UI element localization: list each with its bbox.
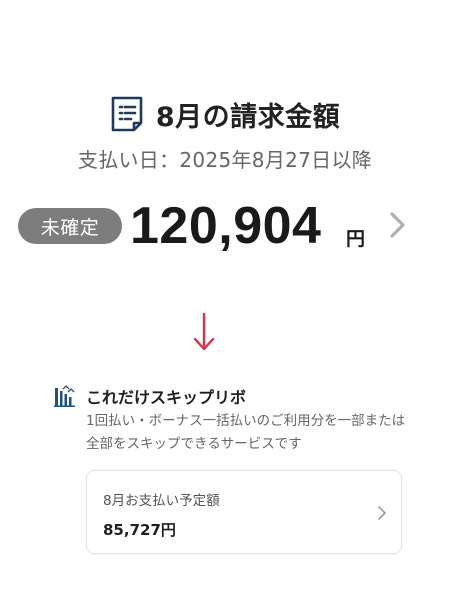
bill-amount: 120,904 bbox=[130, 197, 322, 255]
skip-service-description: 1回払い・ボーナス一括払いのご利用分を一部または全部をスキップできるサービスです bbox=[86, 413, 406, 452]
skip-service-title: これだけスキップリボ bbox=[86, 388, 247, 407]
scheduled-payment-label: 8月お支払い予定額 bbox=[103, 493, 220, 509]
bar-chart-icon bbox=[54, 385, 75, 407]
status-badge: 未確定 bbox=[18, 208, 122, 244]
arrow-down-icon bbox=[193, 312, 215, 351]
chevron-right-icon[interactable] bbox=[387, 210, 409, 240]
payment-date: 支払い日：2025年8月27日以降 bbox=[77, 148, 373, 172]
bill-title-row: 8月の請求金額 bbox=[0, 92, 450, 136]
skip-service-header: これだけスキップリボ bbox=[54, 383, 246, 409]
scheduled-payment-amount: 85,727円 bbox=[103, 521, 176, 539]
amount-unit: 円 bbox=[346, 228, 366, 250]
bill-title: 8月の請求金額 bbox=[155, 101, 341, 133]
scheduled-payment-card[interactable]: 8月お支払い予定額 85,727円 bbox=[86, 470, 402, 554]
document-icon bbox=[111, 96, 143, 132]
chevron-right-icon bbox=[378, 506, 386, 520]
